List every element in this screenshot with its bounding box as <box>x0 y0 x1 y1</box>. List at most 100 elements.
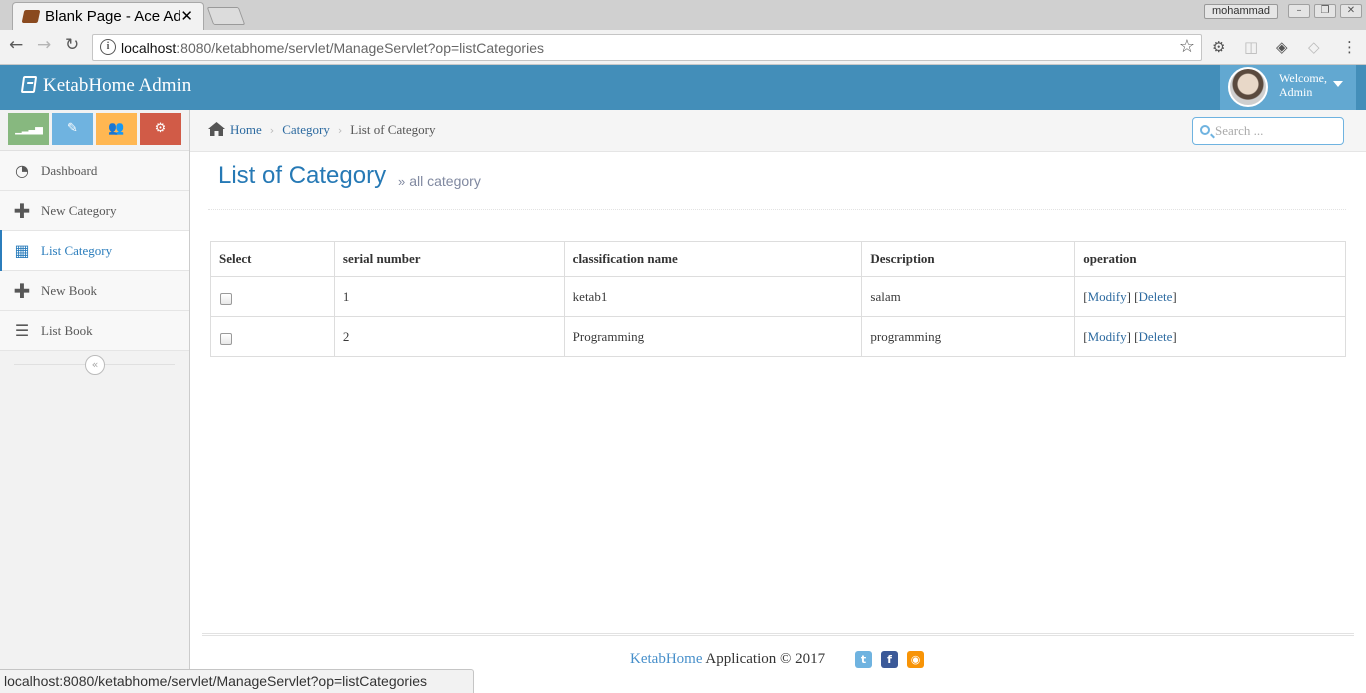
address-bar[interactable]: i localhost:8080/ketabhome/servlet/Manag… <box>92 34 1202 61</box>
rss-extension-icon[interactable]: ◫ <box>1244 38 1258 56</box>
search-box <box>1192 117 1344 145</box>
description-cell: programming <box>861 316 1076 357</box>
user-name: Admin <box>1279 85 1313 99</box>
page-title: List of Category <box>218 162 387 189</box>
cogs-icon: ⚙ <box>154 121 167 136</box>
browser-tab[interactable]: Blank Page - Ace Admin ✕ <box>12 2 204 31</box>
address-url: localhost:8080/ketabhome/servlet/ManageS… <box>121 40 544 56</box>
operation-cell: [Modify] [Delete] <box>1074 316 1346 357</box>
breadcrumb-home[interactable]: Home <box>230 122 262 137</box>
tab-close-icon[interactable]: ✕ <box>180 7 193 25</box>
twitter-icon[interactable]: t <box>855 651 872 668</box>
shield-extension-icon[interactable]: ◇ <box>1308 38 1320 56</box>
description-cell: salam <box>861 276 1076 317</box>
select-cell <box>210 316 335 357</box>
user-menu[interactable]: Welcome, Admin <box>1220 65 1356 110</box>
row-checkbox[interactable] <box>220 292 232 305</box>
modify-link[interactable]: Modify <box>1088 289 1127 304</box>
settings-gear-icon[interactable]: ⚙ <box>1212 38 1225 56</box>
double-angle-right-icon: » <box>398 174 406 189</box>
sidebar-item-label: New Category <box>41 203 117 218</box>
column-header-select: Select <box>210 241 335 277</box>
breadcrumb-separator-icon: › <box>337 124 343 137</box>
delete-link[interactable]: Delete <box>1138 289 1172 304</box>
breadcrumb-bar: Home › Category › List of Category <box>190 110 1366 152</box>
sidebar-collapse-button[interactable]: « <box>85 355 105 375</box>
welcome-label: Welcome, <box>1279 71 1328 85</box>
page-header: List of Category » all category <box>208 160 1346 210</box>
modify-link[interactable]: Modify <box>1088 329 1127 344</box>
table-header-row: Select serial number classification name… <box>210 241 1346 277</box>
sidebar-item-new-category[interactable]: ✚ New Category <box>0 191 189 231</box>
url-path: :8080/ketabhome/servlet/ManageServlet?op… <box>176 40 544 56</box>
shortcut-pencil-button[interactable]: ✎ <box>52 113 93 145</box>
tab-title: Blank Page - Ace Admin <box>45 8 180 25</box>
url-host: localhost <box>121 40 177 56</box>
table-row: 1 ketab1 salam [Modify] [Delete] <box>210 276 1346 317</box>
sidebar-item-list-category[interactable]: ▦ List Category <box>0 230 189 271</box>
shortcut-users-button[interactable]: 👥 <box>96 113 137 145</box>
shortcut-signal-button[interactable]: ▁▂▃▅ <box>8 113 49 145</box>
operation-cell: [Modify] [Delete] <box>1074 276 1346 317</box>
sidebar-item-new-book[interactable]: ✚ New Book <box>0 271 189 311</box>
plus-icon: ✚ <box>13 279 31 303</box>
page-subtitle-text: all category <box>409 173 481 189</box>
reload-icon[interactable]: ↻ <box>65 35 79 55</box>
tag-extension-icon[interactable]: ◈ <box>1276 38 1288 56</box>
facebook-icon[interactable]: f <box>881 651 898 668</box>
column-header-description: Description <box>861 241 1076 277</box>
sidebar-item-label: New Book <box>41 283 97 298</box>
signal-icon: ▁▂▃▅ <box>15 124 43 135</box>
home-icon <box>208 122 225 136</box>
column-header-operation: operation <box>1074 241 1346 277</box>
column-header-name: classification name <box>563 241 863 277</box>
bookmark-star-icon[interactable]: ☆ <box>1179 36 1195 57</box>
window-close-button[interactable]: ✕ <box>1340 4 1362 18</box>
status-bar-url: localhost:8080/ketabhome/servlet/ManageS… <box>0 669 474 693</box>
rss-icon[interactable]: ◉ <box>907 651 924 668</box>
sidebar-item-label: List Book <box>41 323 93 338</box>
window-minimize-button[interactable]: – <box>1288 4 1310 18</box>
serial-cell: 1 <box>333 276 565 317</box>
sidebar-item-list-book[interactable]: ☰ List Book <box>0 311 189 351</box>
footer-text: KetabHome Application © 2017 <box>630 651 825 668</box>
window-restore-button[interactable]: ❐ <box>1314 4 1336 18</box>
name-cell: Programming <box>563 316 863 357</box>
sidebar: ▁▂▃▅ ✎ 👥 ⚙ ◔ Dashboard ✚ New Category ▦ … <box>0 110 190 693</box>
new-tab-button[interactable] <box>206 7 246 25</box>
sidebar-item-dashboard[interactable]: ◔ Dashboard <box>0 151 189 191</box>
profile-button[interactable]: mohammad <box>1204 4 1278 19</box>
shortcut-cogs-button[interactable]: ⚙ <box>140 113 181 145</box>
back-icon[interactable]: ← <box>9 35 23 55</box>
footer-copyright: Application © 2017 <box>705 651 826 667</box>
book-icon <box>20 76 38 93</box>
users-icon: 👥 <box>108 121 125 136</box>
plus-icon: ✚ <box>13 199 31 223</box>
browser-tab-bar: Blank Page - Ace Admin ✕ mohammad – ❐ ✕ <box>0 0 1366 31</box>
delete-link[interactable]: Delete <box>1138 329 1172 344</box>
select-cell <box>210 276 335 317</box>
footer-brand: KetabHome <box>630 651 703 667</box>
search-icon <box>1200 125 1210 135</box>
info-icon[interactable]: i <box>100 39 116 55</box>
breadcrumb: Home › Category › List of Category <box>208 122 435 138</box>
table-row: 2 Programming programming [Modify] [Dele… <box>210 316 1346 357</box>
brand-text: KetabHome Admin <box>43 75 192 96</box>
serial-cell: 2 <box>333 316 565 357</box>
search-input[interactable] <box>1215 122 1339 140</box>
breadcrumb-category[interactable]: Category <box>282 122 330 137</box>
page-subtitle: » all category <box>398 173 481 189</box>
sidebar-item-label: List Category <box>41 243 113 258</box>
welcome-text: Welcome, Admin <box>1279 71 1327 99</box>
tachometer-icon: ◔ <box>15 161 29 180</box>
table-icon: ▦ <box>14 241 30 260</box>
forward-icon[interactable]: → <box>37 35 51 55</box>
breadcrumb-current: List of Category <box>350 122 436 137</box>
caret-down-icon <box>1333 81 1343 87</box>
avatar <box>1228 67 1268 107</box>
menu-kebab-icon[interactable]: ⋮ <box>1342 38 1357 56</box>
navbar-brand[interactable]: KetabHome Admin <box>20 75 192 97</box>
sidebar-item-label: Dashboard <box>41 163 98 178</box>
breadcrumb-separator-icon: › <box>269 124 275 137</box>
row-checkbox[interactable] <box>220 332 232 345</box>
